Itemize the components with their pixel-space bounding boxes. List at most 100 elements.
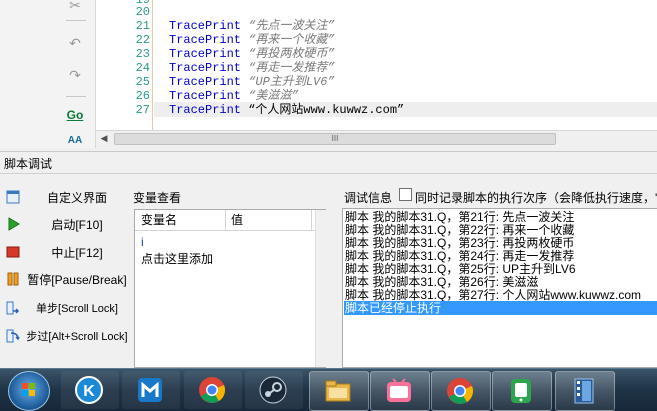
taskbar-steam[interactable]: [245, 371, 303, 409]
code-line: TracePrint “再投两枚硬币”: [169, 47, 335, 61]
record-order-checkbox[interactable]: [399, 188, 412, 201]
code-string: “先点一波关注”: [241, 19, 335, 33]
phone-app-icon: [511, 379, 531, 403]
line-number: 20: [135, 5, 150, 19]
code-keyword: TracePrint: [169, 47, 242, 61]
scrollbar-thumb[interactable]: III: [114, 133, 556, 145]
start-button-orb[interactable]: [8, 371, 50, 411]
taskbar-kuaikan[interactable]: K: [61, 371, 119, 409]
code-line: TracePrint “再走一发推荐”: [169, 61, 335, 75]
log-line: 脚本 我的脚本31.Q，第27行: 个人网站www.kuwwz.com: [345, 288, 642, 302]
taskbar-chrome-2[interactable]: [431, 371, 491, 411]
record-order-label[interactable]: 同时记录脚本的执行次序（会降低执行速度，': [415, 189, 657, 206]
k-app-icon: K: [75, 376, 103, 404]
bilibili-icon: [387, 378, 411, 402]
log-line: 脚本 我的脚本31.Q，第24行: 再走一发推荐: [345, 249, 575, 263]
variables-title: 变量查看: [133, 191, 182, 205]
variable-row[interactable]: i: [141, 235, 144, 250]
step-over-icon: [6, 329, 20, 343]
code-keyword: TracePrint: [169, 75, 242, 89]
line-number: 27: [135, 103, 150, 117]
log-line-selected[interactable]: 脚本已经停止执行: [344, 301, 657, 315]
log-line: 脚本 我的脚本31.Q，第25行: UP主升到LV6: [345, 262, 576, 276]
code-string: “再来一个收藏”: [241, 33, 335, 47]
panel-divider[interactable]: [0, 151, 657, 152]
line-number: 22: [135, 33, 150, 47]
code-line: TracePrint “个人网站www.kuwwz.com”: [169, 103, 404, 117]
line-number: 21: [135, 19, 150, 33]
pause-label: 暂停[Pause/Break]: [27, 273, 127, 287]
line-number: 25: [135, 75, 150, 89]
window-icon: [6, 190, 20, 204]
code-line: TracePrint “UP主升到LV6”: [169, 75, 335, 89]
taskbar-film[interactable]: [555, 371, 615, 411]
editor-side-toolbar: ✂ ↶ ↷ Go AA: [0, 0, 96, 148]
column-header-name[interactable]: 变量名: [135, 210, 226, 230]
scroll-left-arrow-icon[interactable]: ◀: [96, 131, 112, 146]
code-lines[interactable]: TracePrint “先点一波关注” TracePrint “再来一个收藏” …: [154, 0, 657, 130]
code-keyword: TracePrint: [169, 103, 242, 117]
line-number-gutter: 19 20 21 22 23 24 25 26 27: [96, 0, 154, 130]
taskbar-chrome[interactable]: [184, 371, 242, 409]
code-string: “再走一发推荐”: [241, 61, 335, 75]
step-over-button[interactable]: 步过[Alt+Scroll Lock]: [4, 325, 130, 349]
panel-title: 脚本调试: [4, 157, 53, 171]
code-string: “UP主升到LV6”: [241, 75, 335, 89]
debug-info-title: 调试信息: [344, 191, 393, 205]
play-icon: [8, 217, 20, 231]
folder-icon: [325, 380, 351, 402]
goto-icon[interactable]: Go: [64, 106, 86, 124]
taskbar: K: [0, 368, 657, 411]
code-line: TracePrint “先点一波关注”: [169, 19, 335, 33]
line-number: 23: [135, 47, 150, 61]
pause-icon: [7, 272, 19, 286]
start-button[interactable]: 启动[F10]: [4, 213, 130, 237]
stop-icon: [6, 246, 20, 258]
film-strip-icon: [574, 378, 594, 404]
undo-icon[interactable]: ↶: [64, 34, 86, 52]
custom-ui-button[interactable]: 自定义界面: [4, 186, 130, 210]
cut-icon[interactable]: ✂: [64, 0, 86, 14]
gutter-divider: [152, 0, 153, 130]
code-string: “美滋滋”: [241, 89, 299, 103]
debug-log[interactable]: 脚本 我的脚本31.Q，第21行: 先点一波关注 脚本 我的脚本31.Q，第22…: [342, 208, 657, 368]
add-variable-row[interactable]: 点击这里添加: [141, 252, 213, 267]
pause-button[interactable]: 暂停[Pause/Break]: [4, 268, 130, 292]
log-line: 脚本 我的脚本31.Q，第23行: 再投两枚硬币: [345, 236, 575, 250]
variables-table[interactable]: 变量名 值 i 点击这里添加: [134, 209, 326, 368]
step-over-label: 步过[Alt+Scroll Lock]: [26, 331, 128, 343]
code-keyword: TracePrint: [169, 89, 242, 103]
redo-icon[interactable]: ↷: [64, 66, 86, 84]
chrome-icon: [199, 377, 226, 403]
font-icon[interactable]: AA: [64, 136, 86, 146]
toolbar-separator: [66, 20, 86, 21]
taskbar-bilibili[interactable]: [370, 371, 430, 411]
variables-scrollbar[interactable]: [315, 210, 326, 367]
log-line: 脚本 我的脚本31.Q，第21行: 先点一波关注: [345, 210, 575, 224]
code-keyword: TracePrint: [169, 19, 242, 33]
code-keyword: TracePrint: [169, 33, 242, 47]
step-label: 单步[Scroll Lock]: [36, 303, 118, 315]
toolbar-separator: [66, 96, 86, 97]
maxthon-icon: [138, 378, 162, 402]
step-button[interactable]: 单步[Scroll Lock]: [4, 297, 130, 321]
panel-title-rule: [0, 173, 657, 174]
code-line: TracePrint “再来一个收藏”: [169, 33, 335, 47]
line-number: 24: [135, 61, 150, 75]
svg-text:K: K: [83, 383, 95, 400]
scrollbar-grip: III: [331, 134, 339, 143]
start-label: 启动[F10]: [51, 218, 103, 232]
stop-label: 中止[F12]: [51, 246, 103, 260]
code-line: TracePrint “美滋滋”: [169, 89, 299, 103]
stop-button[interactable]: 中止[F12]: [4, 241, 130, 265]
horizontal-scrollbar[interactable]: ◀ III: [96, 130, 657, 146]
code-keyword: TracePrint: [169, 61, 242, 75]
taskbar-wechat[interactable]: [492, 371, 552, 411]
steam-icon: [259, 376, 287, 404]
column-header-value[interactable]: 值: [225, 210, 312, 230]
log-line: 脚本 我的脚本31.Q，第22行: 再来一个收藏: [345, 223, 575, 237]
custom-ui-label: 自定义界面: [46, 191, 107, 205]
code-string: “再投两枚硬币”: [241, 47, 335, 61]
taskbar-maxthon[interactable]: [122, 371, 180, 409]
taskbar-explorer[interactable]: [309, 371, 369, 411]
